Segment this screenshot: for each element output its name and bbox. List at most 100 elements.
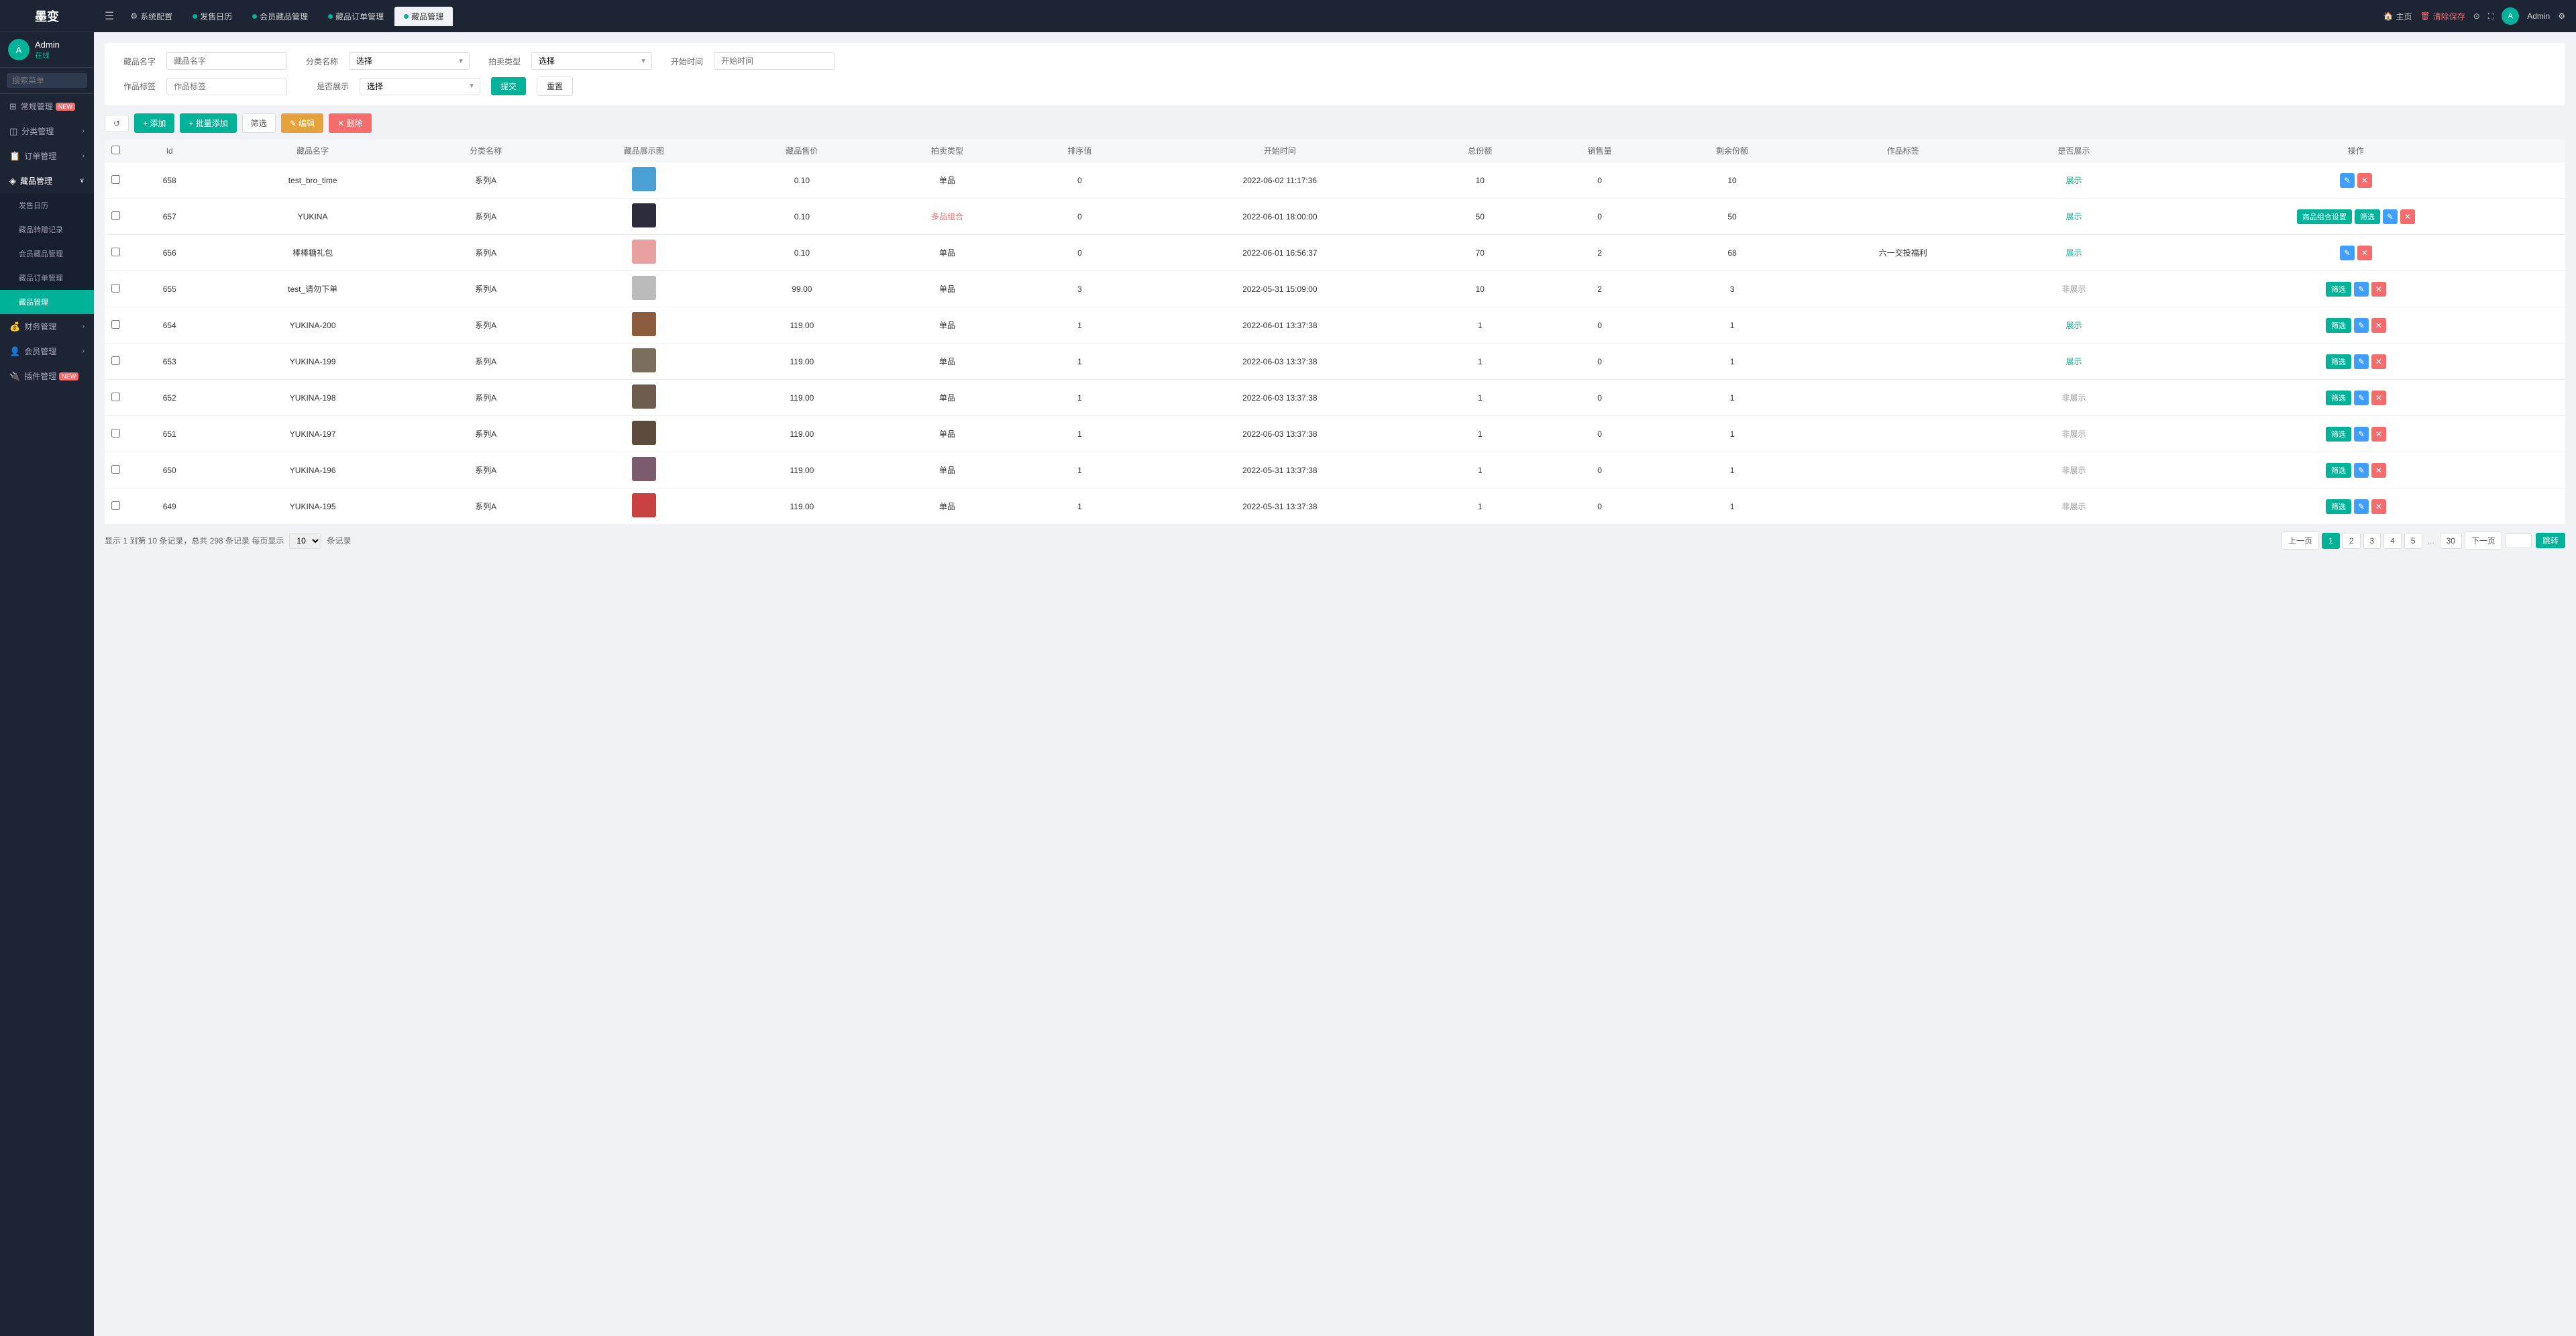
row-checkbox[interactable] bbox=[111, 429, 120, 438]
delete-button[interactable]: ✕ 删除 bbox=[329, 113, 371, 133]
row-checkbox[interactable] bbox=[111, 501, 120, 510]
tab-system-config[interactable]: ⚙ 系统配置 bbox=[121, 7, 182, 26]
delete-icon-btn[interactable]: ✕ bbox=[2371, 354, 2386, 369]
sidebar-item-finance[interactable]: 💰 财务管理 › bbox=[0, 314, 94, 339]
page-btns: 上一页 1 2 3 4 5 ... 30 下一页 跳转 bbox=[2282, 531, 2565, 550]
tab-member-goods[interactable]: 会员藏品管理 bbox=[243, 7, 317, 26]
edit-icon-btn[interactable]: ✎ bbox=[2340, 246, 2355, 260]
edit-icon-btn[interactable]: ✎ bbox=[2354, 354, 2369, 369]
auction-type-select[interactable]: 选择 单品 多品组合 bbox=[531, 52, 652, 70]
delete-icon-btn[interactable]: ✕ bbox=[2371, 463, 2386, 478]
jump-input[interactable] bbox=[2505, 533, 2532, 548]
row-checkbox[interactable] bbox=[111, 356, 120, 365]
show-label: 是否展示 bbox=[309, 81, 349, 92]
selected-btn[interactable]: 筛选 bbox=[2326, 391, 2351, 405]
selected-btn[interactable]: 筛选 bbox=[2355, 209, 2380, 224]
sidebar-search-input[interactable] bbox=[7, 73, 87, 88]
edit-icon-btn[interactable]: ✎ bbox=[2354, 391, 2369, 405]
edit-icon-btn[interactable]: ✎ bbox=[2354, 427, 2369, 442]
edit-icon-btn[interactable]: ✎ bbox=[2340, 173, 2355, 188]
page-size-select[interactable]: 10 20 50 bbox=[289, 533, 321, 549]
selected-btn[interactable]: 筛选 bbox=[2326, 427, 2351, 442]
home-link[interactable]: 🏠 主页 bbox=[2383, 11, 2412, 22]
submit-button[interactable]: 提交 bbox=[491, 77, 526, 95]
row-checkbox[interactable] bbox=[111, 175, 120, 184]
row-checkbox[interactable] bbox=[111, 393, 120, 401]
selected-btn[interactable]: 筛选 bbox=[2326, 354, 2351, 369]
cell-price: 119.00 bbox=[729, 452, 875, 489]
delete-icon-btn[interactable]: ✕ bbox=[2371, 391, 2386, 405]
start-time-input[interactable] bbox=[714, 52, 835, 70]
sidebar-item-goods-record[interactable]: 藏品转赠记录 bbox=[0, 217, 94, 242]
clear-save-btn[interactable]: 🗑 清除保存 bbox=[2420, 11, 2465, 22]
prev-page-btn[interactable]: 上一页 bbox=[2282, 531, 2319, 550]
reset-button[interactable]: 重置 bbox=[537, 76, 573, 96]
sidebar-item-normal[interactable]: ⊞ 常规管理 NEW bbox=[0, 94, 94, 119]
goods-name-input[interactable] bbox=[166, 52, 287, 70]
edit-icon-btn[interactable]: ✎ bbox=[2354, 499, 2369, 514]
sidebar-item-member[interactable]: 👤 会员管理 › bbox=[0, 339, 94, 364]
jump-button[interactable]: 跳转 bbox=[2536, 533, 2565, 548]
delete-icon-btn[interactable]: ✕ bbox=[2400, 209, 2415, 224]
show-select-wrap: 选择 展示 非展示 ▼ bbox=[360, 78, 480, 95]
sidebar-item-publish[interactable]: 发售日历 bbox=[0, 193, 94, 217]
sidebar-item-goods[interactable]: ◈ 藏品管理 ∨ bbox=[0, 168, 94, 193]
selected-btn[interactable]: 筛选 bbox=[2326, 282, 2351, 297]
selected-btn[interactable]: 筛选 bbox=[2326, 463, 2351, 478]
sidebar-item-goods-order[interactable]: 藏品订单管理 bbox=[0, 266, 94, 290]
page-btn-3[interactable]: 3 bbox=[2363, 533, 2381, 549]
sidebar-item-member-goods[interactable]: 会员藏品管理 bbox=[0, 242, 94, 266]
cell-start-time: 2022-06-03 13:37:38 bbox=[1140, 416, 1420, 452]
work-tag-input[interactable] bbox=[166, 78, 287, 95]
cell-auction-type: 单品 bbox=[875, 416, 1020, 452]
sidebar-item-marketing[interactable]: 🔌 插件管理 NEW bbox=[0, 364, 94, 389]
delete-icon-btn[interactable]: ✕ bbox=[2371, 318, 2386, 333]
cell-actions: ✎✕ bbox=[2147, 162, 2565, 199]
batch-add-button[interactable]: + 批量添加 bbox=[180, 113, 236, 133]
delete-icon-btn[interactable]: ✕ bbox=[2371, 282, 2386, 297]
add-button[interactable]: + 添加 bbox=[134, 113, 174, 133]
edit-icon-btn[interactable]: ✎ bbox=[2383, 209, 2398, 224]
category-select[interactable]: 选择 系列A bbox=[349, 52, 470, 70]
tab-publish[interactable]: 发售日历 bbox=[183, 7, 241, 26]
tab-goods-mgmt[interactable]: 藏品管理 bbox=[394, 7, 453, 26]
select-all-checkbox[interactable] bbox=[111, 146, 120, 154]
delete-icon-btn[interactable]: ✕ bbox=[2357, 173, 2372, 188]
refresh-icon[interactable]: ⊙ bbox=[2473, 11, 2480, 21]
next-page-btn[interactable]: 下一页 bbox=[2465, 531, 2502, 550]
tab-goods-order[interactable]: 藏品订单管理 bbox=[319, 7, 393, 26]
page-btn-4[interactable]: 4 bbox=[2383, 533, 2402, 549]
category-select-wrap: 选择 系列A ▼ bbox=[349, 52, 470, 70]
edit-icon-btn[interactable]: ✎ bbox=[2354, 463, 2369, 478]
edit-icon-btn[interactable]: ✎ bbox=[2354, 318, 2369, 333]
page-btn-last[interactable]: 30 bbox=[2440, 533, 2462, 549]
show-select[interactable]: 选择 展示 非展示 bbox=[360, 78, 480, 95]
selected-btn[interactable]: 筛选 bbox=[2326, 499, 2351, 514]
page-btn-5[interactable]: 5 bbox=[2404, 533, 2422, 549]
row-checkbox[interactable] bbox=[111, 284, 120, 293]
selected-btn[interactable]: 筛选 bbox=[2326, 318, 2351, 333]
cell-remain: 1 bbox=[1660, 489, 1805, 525]
sidebar-submenu-goods: 发售日历 藏品转赠记录 会员藏品管理 藏品订单管理 藏品管理 bbox=[0, 193, 94, 314]
page-btn-1[interactable]: 1 bbox=[2322, 533, 2340, 549]
sidebar-item-order[interactable]: 📋 订单管理 › bbox=[0, 144, 94, 168]
fullscreen-icon[interactable]: ⛶ bbox=[2488, 11, 2493, 21]
edit-icon-btn[interactable]: ✎ bbox=[2354, 282, 2369, 297]
hamburger-icon[interactable]: ☰ bbox=[105, 9, 114, 23]
sidebar-item-goods-mgmt[interactable]: 藏品管理 bbox=[0, 290, 94, 314]
delete-icon-btn[interactable]: ✕ bbox=[2371, 427, 2386, 442]
row-checkbox[interactable] bbox=[111, 248, 120, 256]
row-checkbox[interactable] bbox=[111, 211, 120, 220]
sidebar-item-category[interactable]: ◫ 分类管理 › bbox=[0, 119, 94, 144]
combo-set-btn[interactable]: 商品组合设置 bbox=[2297, 209, 2352, 224]
delete-icon-btn[interactable]: ✕ bbox=[2357, 246, 2372, 260]
row-checkbox[interactable] bbox=[111, 320, 120, 329]
cell-start-time: 2022-06-01 13:37:38 bbox=[1140, 307, 1420, 344]
delete-icon-btn[interactable]: ✕ bbox=[2371, 499, 2386, 514]
edit-button[interactable]: ✎ 编辑 bbox=[281, 113, 323, 133]
page-btn-2[interactable]: 2 bbox=[2343, 533, 2361, 549]
filter-button[interactable]: 筛选 bbox=[242, 113, 276, 133]
refresh-button[interactable]: ↺ bbox=[105, 115, 129, 132]
settings-icon[interactable]: ⚙ bbox=[2558, 11, 2565, 21]
row-checkbox[interactable] bbox=[111, 465, 120, 474]
